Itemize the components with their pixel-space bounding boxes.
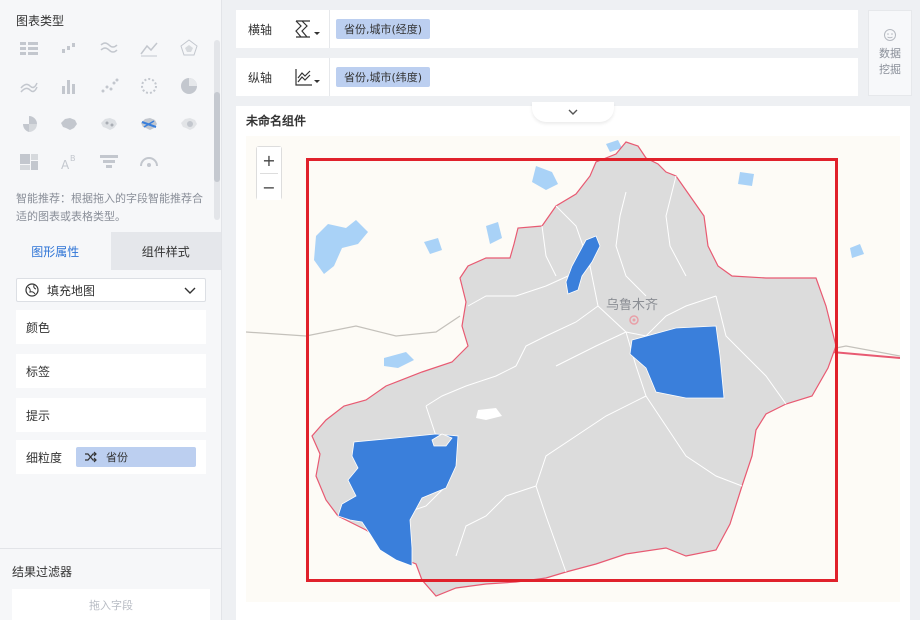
chart-type-region-map[interactable] <box>54 110 84 138</box>
chart-type-radar[interactable] <box>174 34 204 62</box>
chart-type-bar-small[interactable] <box>54 34 84 62</box>
collapse-toggle[interactable] <box>532 102 614 122</box>
data-mining-icon <box>884 29 896 41</box>
prop-granularity-label: 细粒度 <box>26 450 63 465</box>
wave-line-icon <box>100 42 118 53</box>
y-axis-label: 纵轴 <box>247 70 272 85</box>
lake-small-2 <box>850 244 864 258</box>
x-axis-type-button[interactable] <box>284 10 330 48</box>
prop-label-label: 标签 <box>26 364 51 379</box>
granularity-field-pill[interactable]: 省份 <box>76 447 196 467</box>
result-filter-title: 结果过滤器 <box>12 565 73 579</box>
chart-type-bubble[interactable] <box>134 72 164 100</box>
tab-graph-properties[interactable]: 图形属性 <box>0 232 111 270</box>
chart-types-scrollbar[interactable] <box>214 40 220 220</box>
chart-type-funnel[interactable] <box>94 148 124 176</box>
pie-chart-icon <box>181 78 197 94</box>
point-map-icon <box>101 118 117 130</box>
zoom-in-button[interactable]: + <box>257 147 281 173</box>
smart-recommend-tip: 智能推荐：根据拖入的字段智能推荐合适的图表或表格类型。 <box>16 192 203 223</box>
flow-map-icon <box>141 118 157 130</box>
line-chart-icon <box>140 42 158 57</box>
prop-tooltip-label: 提示 <box>26 408 51 423</box>
y-axis-type-icon <box>294 69 320 86</box>
left-panel: 图表类型 A B 智能推荐：根据拖入的字段智能推荐合适的图表或表格类型。 图形属… <box>0 0 222 620</box>
prop-color[interactable]: 颜色 <box>16 310 206 344</box>
data-mining-label-1: 数据 <box>879 47 901 60</box>
zoom-control: + − <box>256 146 282 200</box>
scatter-chart-icon <box>101 78 119 93</box>
rose-chart-icon <box>22 116 37 132</box>
bubble-chart-icon <box>141 78 157 94</box>
map-canvas[interactable]: 乌鲁木齐 + − <box>246 136 900 602</box>
tab-component-style[interactable]: 组件样式 <box>110 232 221 270</box>
x-axis-type-icon <box>294 20 320 38</box>
china-map-icon <box>61 118 77 130</box>
chart-type-gauge[interactable] <box>134 148 164 176</box>
chart-type-word-cloud[interactable]: AB <box>54 148 84 176</box>
result-filter: 结果过滤器 拖入字段 <box>0 548 221 620</box>
chart-type-flow-map[interactable] <box>134 110 164 138</box>
chart-type-scatter[interactable] <box>94 72 124 100</box>
x-axis-field-pill[interactable]: 省份,城市(经度) <box>336 19 431 39</box>
map-type-value: 填充地图 <box>47 283 96 298</box>
prop-color-label: 颜色 <box>26 320 51 335</box>
gauge-icon <box>140 157 158 167</box>
province-border-east <box>831 351 900 359</box>
zoom-out-button[interactable]: − <box>257 174 281 200</box>
radar-chart-icon <box>180 39 198 56</box>
chart-types-title: 图表类型 <box>16 14 65 28</box>
selection-box <box>306 158 838 582</box>
svg-text:A: A <box>61 158 70 172</box>
chart-type-area[interactable] <box>14 72 44 100</box>
chart-type-treemap[interactable] <box>14 148 44 176</box>
data-mining-button[interactable]: 数据 挖掘 <box>868 10 912 96</box>
chart-type-point-map[interactable] <box>94 110 124 138</box>
y-axis-field-pill[interactable]: 省份,城市(纬度) <box>336 67 431 87</box>
shuffle-icon <box>85 451 97 463</box>
chart-type-rose[interactable] <box>14 110 44 138</box>
svg-text:B: B <box>70 154 76 163</box>
chart-type-pie[interactable] <box>174 72 204 100</box>
word-cloud-icon: AB <box>61 154 76 172</box>
x-axis-row: 横轴 省份,城市(经度) <box>236 10 858 48</box>
cross-table-icon <box>20 42 38 55</box>
prop-tooltip[interactable]: 提示 <box>16 398 206 432</box>
y-axis-row: 纵轴 省份,城市(纬度) <box>236 58 858 96</box>
treemap-icon <box>20 154 38 170</box>
globe-icon <box>25 283 39 297</box>
chart-type-cross-table[interactable] <box>14 34 44 62</box>
y-axis-type-button[interactable] <box>284 58 330 96</box>
chart-type-line[interactable] <box>134 34 164 62</box>
chart-type-heat-map[interactable] <box>174 110 204 138</box>
heat-map-icon <box>181 118 197 130</box>
chart-widget: 未命名组件 乌鲁木齐 + − <box>236 102 910 620</box>
chevron-down-icon <box>184 287 196 294</box>
prop-granularity[interactable]: 细粒度 省份 <box>16 440 206 474</box>
area-chart-icon <box>20 82 38 93</box>
x-axis-label: 横轴 <box>247 22 272 37</box>
scrollbar-thumb[interactable] <box>214 92 220 182</box>
chart-type-column[interactable] <box>54 72 84 100</box>
granularity-field-value: 省份 <box>106 451 128 464</box>
filter-drop-zone[interactable]: 拖入字段 <box>12 589 210 620</box>
bar-chart-icon <box>62 43 75 53</box>
column-chart-icon <box>62 80 75 94</box>
chevron-down-icon <box>568 109 578 115</box>
prop-label[interactable]: 标签 <box>16 354 206 388</box>
map-type-select[interactable]: 填充地图 <box>16 278 206 302</box>
chart-type-wave[interactable] <box>94 34 124 62</box>
widget-title: 未命名组件 <box>246 114 307 128</box>
property-tabs: 图形属性 组件样式 <box>0 232 221 270</box>
data-mining-label-2: 挖掘 <box>879 63 901 76</box>
funnel-icon <box>100 155 118 168</box>
